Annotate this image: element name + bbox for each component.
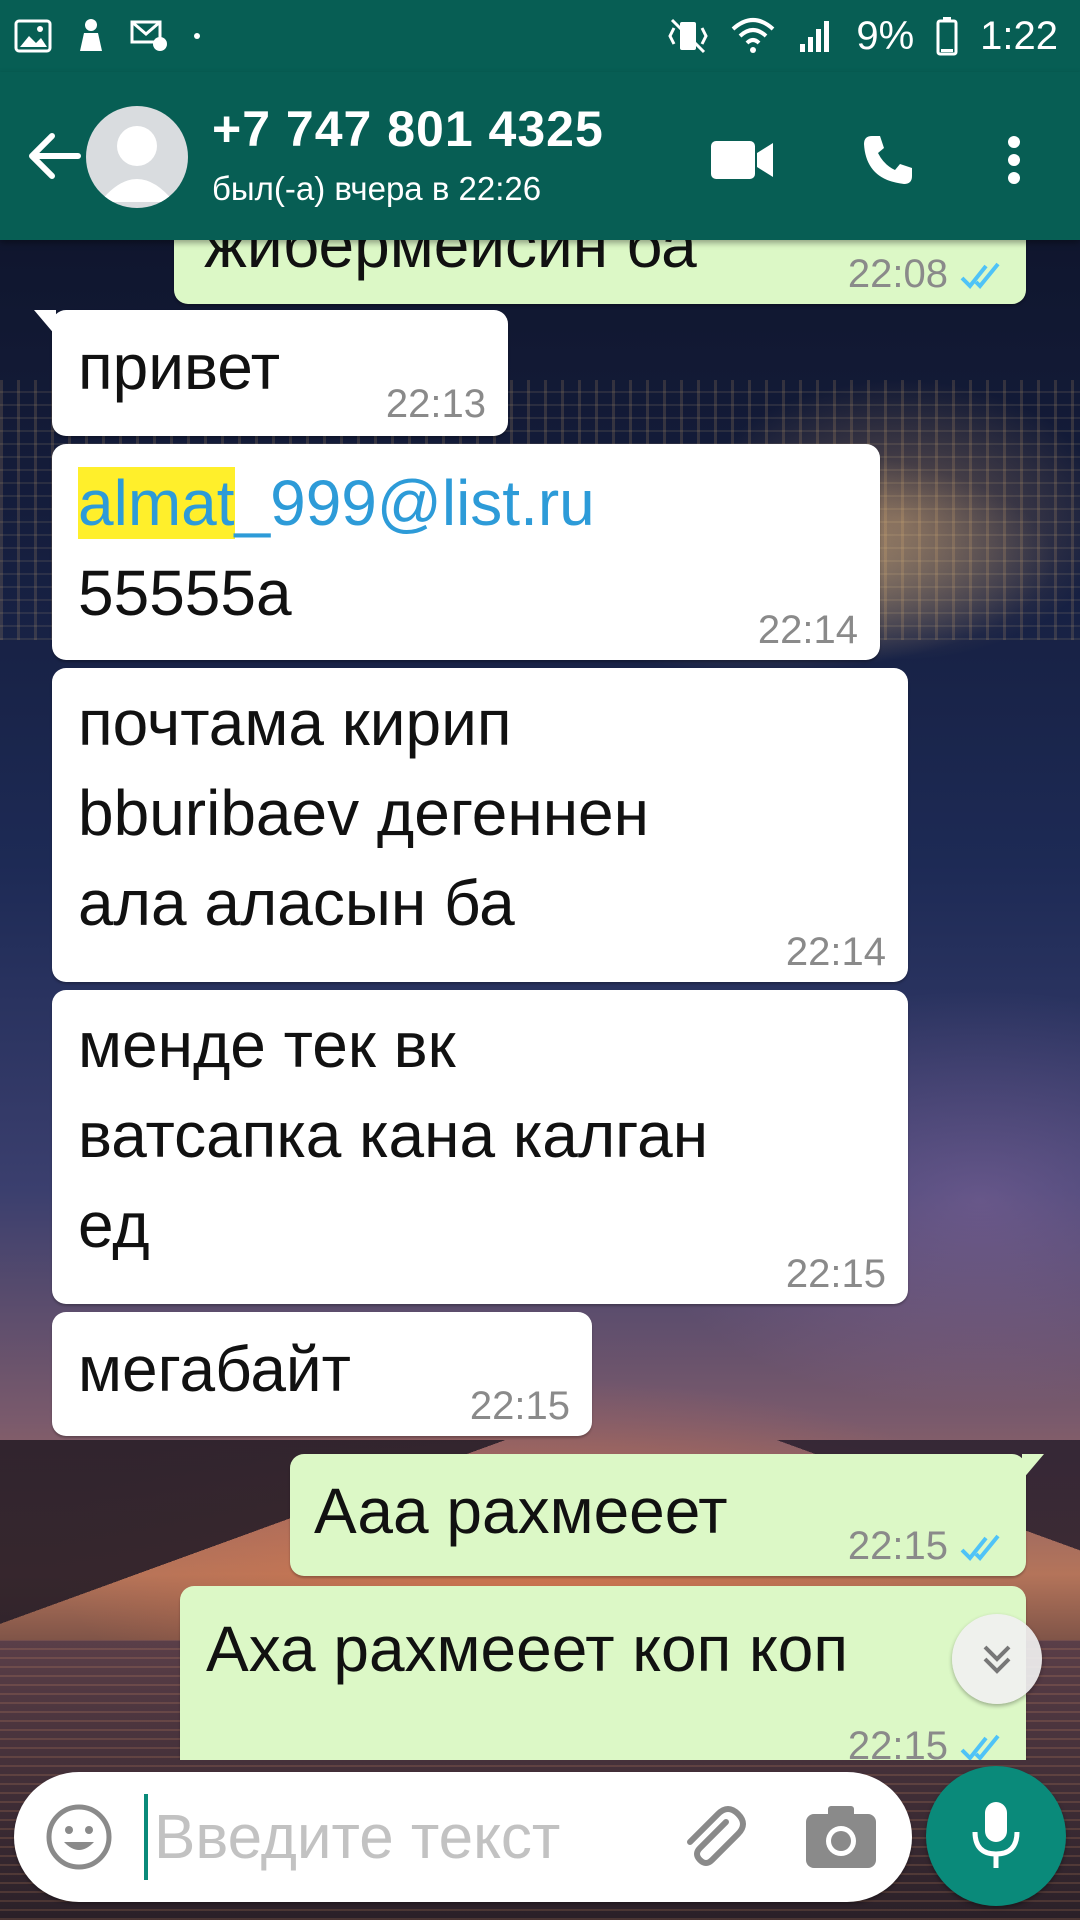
- message-bubble-outgoing[interactable]: жибермейсин ба 22:08: [174, 240, 1026, 304]
- contact-name[interactable]: +7 747 801 4325: [212, 100, 604, 158]
- message-bubble-incoming[interactable]: мегабайт 22:15: [52, 1312, 592, 1436]
- email-link-rest: _999@list.ru: [234, 467, 595, 539]
- message-time: 22:14: [785, 930, 886, 974]
- emoji-icon: [46, 1804, 112, 1870]
- message-text: 55555a: [78, 557, 292, 629]
- back-button[interactable]: [18, 120, 90, 192]
- microphone-icon: [972, 1802, 1020, 1868]
- dot-icon: [192, 31, 202, 41]
- message-time: 22:08: [847, 252, 948, 296]
- message-time: 22:15: [847, 1724, 948, 1760]
- clock: 1:22: [980, 13, 1058, 58]
- read-receipt-icon: [960, 1534, 1000, 1561]
- search-highlight: almat: [78, 467, 235, 539]
- more-vertical-icon: [1008, 136, 1020, 184]
- more-options-button[interactable]: [974, 120, 1054, 200]
- message-time: 22:13: [385, 382, 486, 426]
- message-bubble-incoming[interactable]: почтама кирип bburibaev дегеннен ала ала…: [52, 668, 908, 982]
- message-time: 22:15: [847, 1524, 948, 1568]
- message-bubble-outgoing[interactable]: Аха рахмееет коп коп 22:15: [180, 1586, 1026, 1760]
- message-bubble-incoming[interactable]: менде тек вк ватсапка кана калган ед 22:…: [52, 990, 908, 1304]
- avatar[interactable]: [86, 106, 188, 208]
- signal-icon: [798, 18, 834, 54]
- message-composer: [14, 1772, 912, 1902]
- last-seen-status: был(-а) вчера в 22:26: [212, 170, 542, 207]
- battery-icon: [936, 16, 958, 56]
- message-time: 22:15: [785, 1252, 886, 1296]
- video-call-button[interactable]: [702, 120, 782, 200]
- battery-percent: 9%: [856, 13, 915, 58]
- wifi-icon: [730, 17, 776, 55]
- message-bubble-outgoing[interactable]: Ааа рахмееет 22:15: [290, 1454, 1044, 1576]
- arrow-left-icon: [29, 133, 81, 179]
- email-link[interactable]: almat_999@list.ru: [78, 467, 595, 539]
- settings-mail-icon: [130, 18, 170, 54]
- read-receipt-icon: [960, 262, 1000, 289]
- scroll-to-bottom-button[interactable]: [952, 1614, 1042, 1704]
- video-camera-icon: [711, 141, 773, 179]
- message-text: менде тек вк ватсапка кана калган ед: [78, 1009, 709, 1261]
- camera-icon: [806, 1806, 876, 1868]
- person-clean-icon: [74, 17, 108, 55]
- voice-message-button[interactable]: [926, 1766, 1066, 1906]
- message-text: почтама кирип bburibaev дегеннен ала ала…: [78, 687, 649, 939]
- image-icon: [14, 19, 52, 53]
- vibrate-icon: [668, 18, 709, 54]
- chat-header: +7 747 801 4325 был(-а) вчера в 22:26: [0, 72, 1080, 240]
- message-input[interactable]: [144, 1794, 664, 1880]
- default-profile-icon: [100, 126, 174, 202]
- double-chevron-down-icon: [983, 1645, 1011, 1674]
- voice-call-button[interactable]: [848, 120, 928, 200]
- message-time: 22:15: [469, 1384, 570, 1428]
- message-bubble-incoming[interactable]: привет 22:13: [34, 310, 508, 436]
- camera-button[interactable]: [804, 1802, 878, 1872]
- paperclip-icon: [687, 1806, 746, 1866]
- message-bubble-incoming[interactable]: almat_999@list.ru 55555a 22:14: [52, 444, 880, 660]
- status-bar: 9% 1:22: [0, 0, 1080, 72]
- read-receipt-icon: [960, 1734, 1000, 1760]
- attach-button[interactable]: [674, 1800, 750, 1876]
- emoji-button[interactable]: [44, 1802, 114, 1872]
- message-time: 22:14: [757, 608, 858, 652]
- phone-icon: [864, 136, 912, 184]
- message-text: Аха рахмееет коп коп: [206, 1613, 848, 1685]
- message-list[interactable]: жибермейсин ба 22:08 привет 22:13 almat_…: [0, 240, 1080, 1760]
